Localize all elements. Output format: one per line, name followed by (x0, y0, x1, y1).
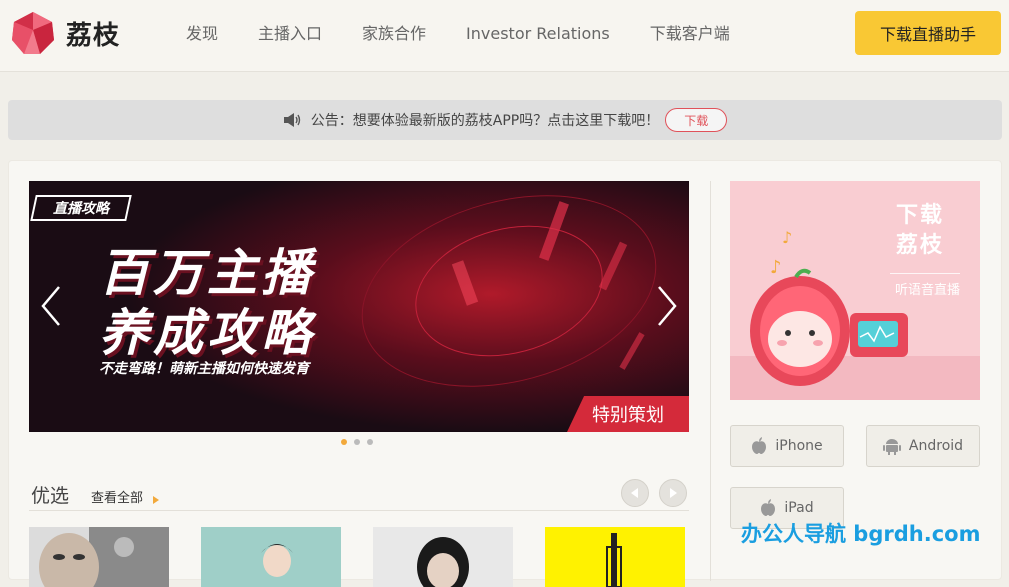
carousel-prev-icon[interactable] (37, 281, 67, 331)
download-iphone-button[interactable]: iPhone (730, 425, 844, 467)
lychee-logo-icon (12, 12, 54, 54)
nav-item-family-cooperation[interactable]: 家族合作 (362, 22, 426, 46)
nav-item-discover[interactable]: 发现 (186, 22, 218, 46)
featured-thumbnail[interactable] (373, 527, 513, 587)
android-icon (882, 439, 901, 455)
nav-item-download-client[interactable]: 下载客户端 (650, 22, 730, 46)
carousel-dot[interactable] (367, 439, 373, 445)
banner-corner-label: 特别策划 (567, 396, 689, 432)
carousel-dot[interactable] (341, 439, 347, 445)
view-all-arrow-icon (153, 496, 159, 504)
download-android-label: Android (908, 438, 964, 454)
featured-section-header: 优选 查看全部 (29, 479, 689, 511)
banner-tag-text: 直播攻略 (53, 201, 109, 217)
thumbnail-image (201, 527, 341, 587)
promo-title: 下载 荔枝 (896, 201, 944, 261)
carousel-banner[interactable]: 直播攻略 百万主播 养成攻略 不走弯路！萌新主播如何快速发育 特别策划 (29, 181, 689, 432)
main-content: 直播攻略 百万主播 养成攻略 不走弯路！萌新主播如何快速发育 特别策划 优选 查… (8, 160, 1002, 587)
download-android-button[interactable]: Android (866, 425, 980, 467)
download-iphone-label: iPhone (775, 438, 823, 454)
triangle-left-icon (631, 488, 638, 498)
logo[interactable]: 荔枝 (10, 10, 120, 56)
section-next-button[interactable] (659, 479, 687, 507)
download-ipad-label: iPad (784, 500, 814, 516)
triangle-right-icon (670, 488, 677, 498)
promo-title-line1: 下载 (895, 203, 944, 228)
carousel-dot[interactable] (354, 439, 360, 445)
apple-icon (752, 437, 767, 454)
promo-title-line2: 荔枝 (895, 233, 944, 258)
apple-icon (761, 499, 776, 516)
svg-text:♪: ♪ (782, 228, 792, 247)
carousel-dots (341, 439, 380, 445)
featured-thumbnail[interactable] (201, 527, 341, 587)
section-prev-button[interactable] (621, 479, 649, 507)
featured-thumbnail[interactable] (545, 527, 685, 587)
top-header: 荔枝 发现 主播入口 家族合作 Investor Relations 下载客户端… (0, 0, 1009, 72)
announcement-download-button[interactable]: 下载 (665, 108, 728, 132)
speaker-icon (283, 113, 300, 127)
banner-tag: 直播攻略 (30, 195, 132, 221)
nav-item-investor-relations[interactable]: Investor Relations (466, 22, 610, 46)
thumbnail-image (373, 527, 513, 587)
app-promo-banner[interactable]: ♪ ♪ 下载 荔枝 听语音直播 (730, 181, 980, 400)
featured-thumbnail[interactable] (29, 527, 169, 587)
thumbnail-image (29, 527, 169, 587)
featured-list (29, 527, 717, 587)
banner-subtitle: 不走弯路！萌新主播如何快速发育 (99, 361, 309, 377)
thumbnail-image (545, 527, 685, 587)
view-all-link[interactable]: 查看全部 (91, 487, 143, 506)
svg-text:♪: ♪ (770, 257, 782, 278)
site-watermark: 办公人导航 bgrdh.com (741, 522, 981, 546)
column-divider (710, 181, 711, 581)
nav-item-host-entry[interactable]: 主播入口 (258, 22, 322, 46)
logo-text: 荔枝 (66, 20, 121, 51)
announcement-text[interactable]: 公告：想要体验最新版的荔枝APP吗？点击这里下载吧！ (311, 110, 659, 130)
main-nav: 发现 主播入口 家族合作 Investor Relations 下载客户端 (186, 22, 770, 46)
carousel-next-icon[interactable] (651, 281, 681, 331)
section-title: 优选 (31, 485, 70, 507)
banner-title-line2: 养成攻略 (99, 304, 315, 362)
promo-subtitle: 听语音直播 (894, 283, 960, 298)
announcement-bar: 公告：想要体验最新版的荔枝APP吗？点击这里下载吧！ 下载 (8, 100, 1002, 140)
download-live-assistant-button[interactable]: 下载直播助手 (855, 11, 1001, 55)
